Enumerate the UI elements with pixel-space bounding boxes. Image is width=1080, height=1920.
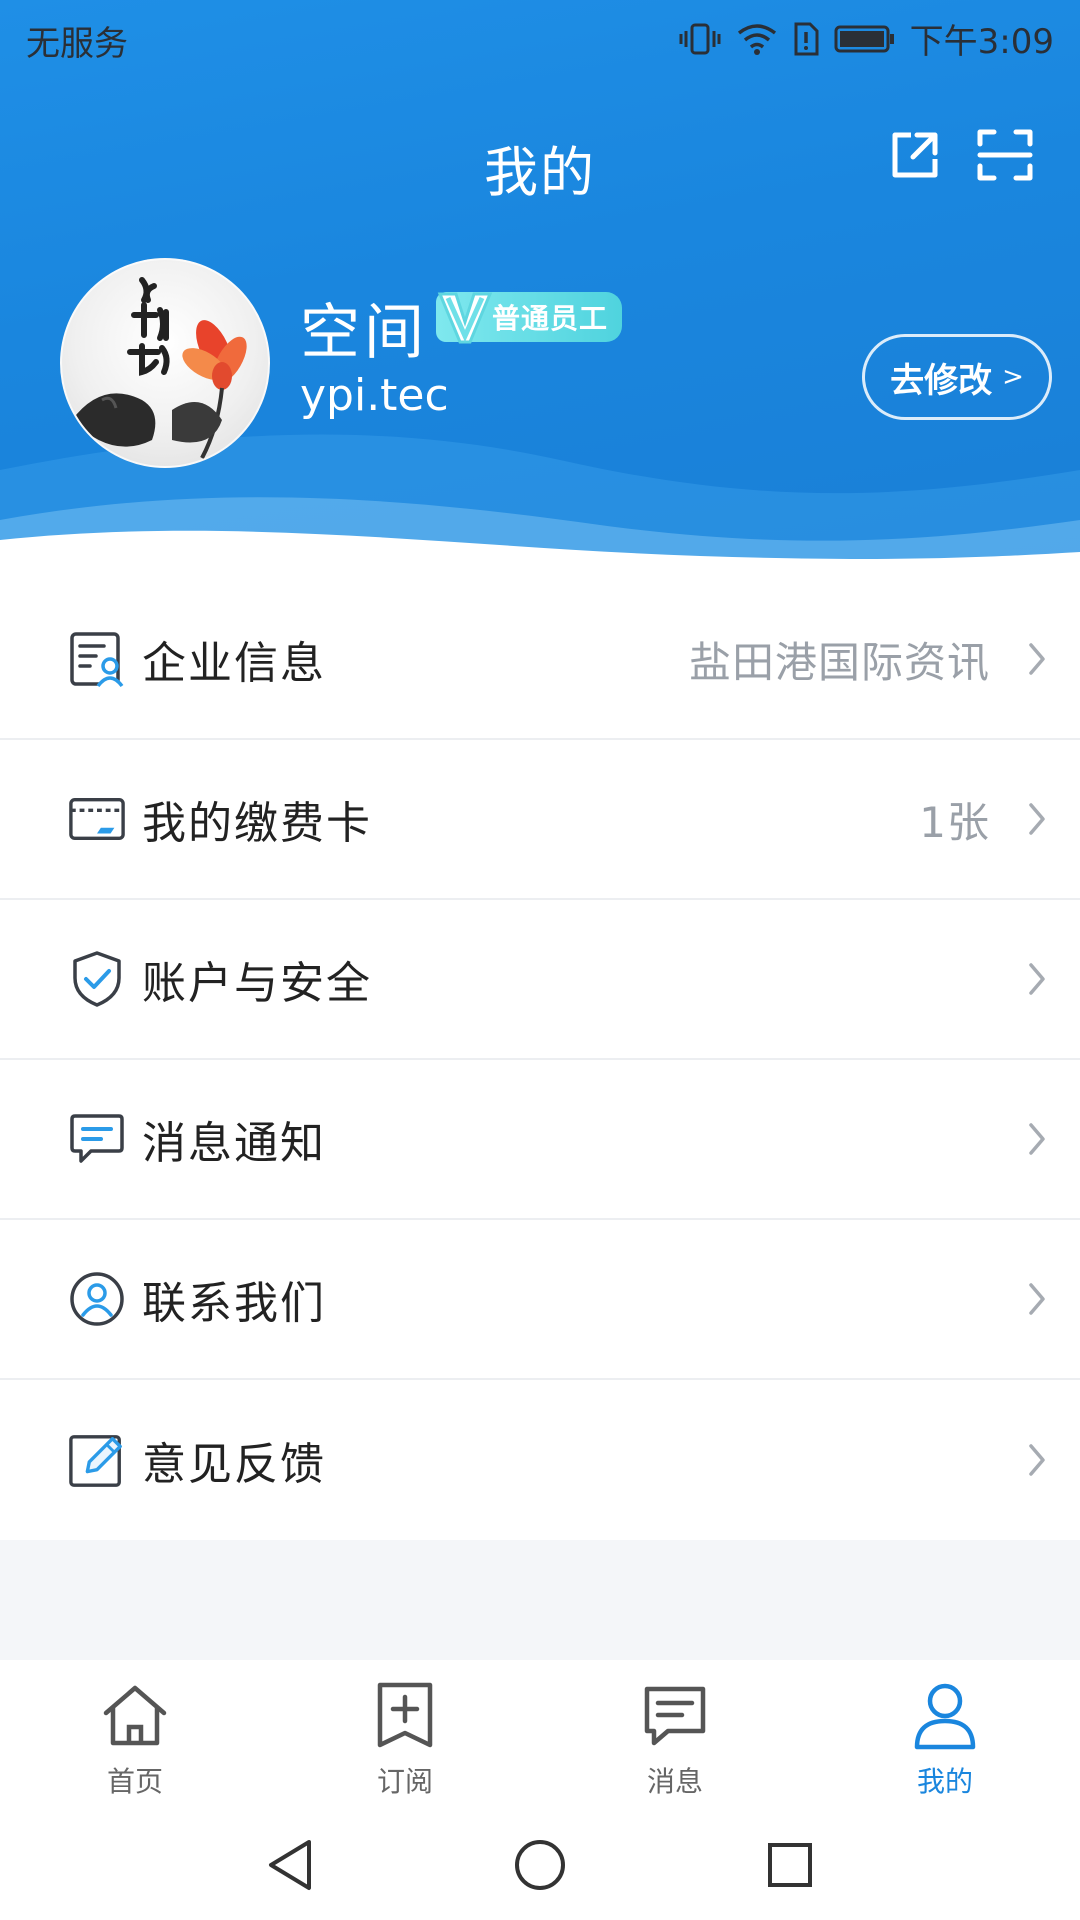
tab-label: 订阅 [376,1765,433,1798]
menu-label: 联系我们 [142,1278,326,1329]
scan-button[interactable] [974,124,1036,186]
share-icon [892,132,938,178]
menu-label: 企业信息 [142,638,326,689]
system-navigation-bar [0,1810,1080,1920]
company-info-icon [68,630,126,688]
vibrate-icon [678,21,722,57]
scan-icon [977,129,1033,181]
menu-item-company-info[interactable]: 企业信息 盐田港国际资讯 [0,580,1080,740]
chevron-right-icon [1022,1279,1052,1319]
home-circle-icon [515,1840,565,1890]
menu-item-payment-card[interactable]: 我的缴费卡 1张 [0,740,1080,900]
menu-value: 盐田港国际资讯 [688,637,990,687]
menu-label: 消息通知 [142,1118,326,1169]
menu-item-notifications[interactable]: 消息通知 [0,1060,1080,1220]
menu-label: 账户与安全 [142,958,372,1009]
chevron-right-icon: > [1002,362,1024,392]
menu-item-feedback[interactable]: 意见反馈 [0,1380,1080,1540]
share-button[interactable] [884,124,946,186]
tab-messages[interactable]: 消息 [540,1660,810,1810]
chevron-right-icon [1022,639,1052,679]
profile-header: 无服务 下午3:09 我的 空间 普通员工 ypi.tec 去修改 > [0,0,1080,580]
message-icon [68,1110,126,1168]
tab-home[interactable]: 首页 [0,1660,270,1810]
payment-card-icon [68,790,126,848]
shield-check-icon [68,950,126,1008]
vip-v-icon [437,292,493,344]
tab-subscribe[interactable]: 订阅 [270,1660,540,1810]
tab-mine[interactable]: 我的 [810,1660,1080,1810]
system-back-button[interactable] [260,1835,320,1895]
clock-time: 下午3:09 [909,22,1054,62]
tab-label: 我的 [916,1765,973,1798]
edit-profile-button[interactable]: 去修改 > [862,334,1052,420]
recents-square-icon [768,1843,812,1887]
user-account: ypi.tec [300,370,449,421]
status-bar: 无服务 下午3:09 [0,0,1080,76]
system-recents-button[interactable] [760,1835,820,1895]
chevron-right-icon [1022,799,1052,839]
role-badge: 普通员工 [436,292,623,344]
battery-icon [834,24,896,54]
chat-icon [637,1678,713,1754]
wifi-icon [736,21,778,57]
contact-icon [68,1270,126,1328]
ink-lotus-avatar-art [72,277,247,459]
tab-label: 首页 [106,1765,163,1798]
chevron-right-icon [1022,959,1052,999]
avatar[interactable] [60,258,270,468]
edit-profile-label: 去修改 [890,360,993,401]
carrier-label: 无服务 [26,24,128,64]
role-badge-label: 普通员工 [492,302,609,335]
menu-label: 意见反馈 [142,1439,326,1490]
settings-menu: 企业信息 盐田港国际资讯 我的缴费卡 1张 账户与安全 消息通知 联系我们 意见… [0,580,1080,1540]
tab-label: 消息 [646,1765,703,1798]
chevron-right-icon [1022,1440,1052,1480]
system-home-button[interactable] [510,1835,570,1895]
status-icons: 下午3:09 [678,14,1054,63]
chevron-right-icon [1022,1119,1052,1159]
bottom-tab-bar: 首页 订阅 消息 我的 [0,1660,1080,1810]
user-name: 空间 [300,298,428,368]
user-icon [907,1678,983,1754]
menu-item-contact-us[interactable]: 联系我们 [0,1220,1080,1380]
back-triangle-icon [269,1840,311,1890]
menu-item-account-security[interactable]: 账户与安全 [0,900,1080,1060]
feedback-edit-icon [68,1431,126,1489]
sim-alert-icon [792,21,820,57]
subscribe-icon [367,1678,443,1754]
menu-value: 1张 [919,797,990,847]
home-icon [97,1678,173,1754]
menu-label: 我的缴费卡 [142,798,372,849]
